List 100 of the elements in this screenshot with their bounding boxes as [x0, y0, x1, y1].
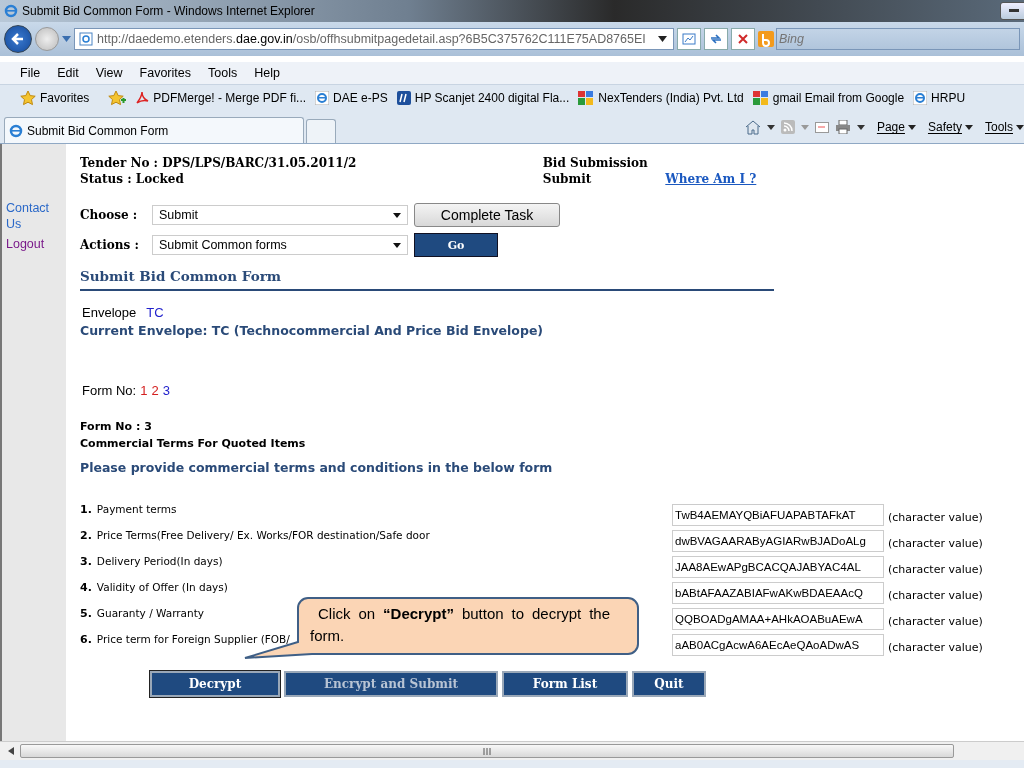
- favorites-button[interactable]: Favorites: [20, 90, 90, 106]
- scroll-left-icon[interactable]: [8, 747, 14, 755]
- term-label: Price term for Foreign Supplier (FOB/: [96, 633, 290, 646]
- value-field[interactable]: bABtAFAAZABIAFwAKwBDAEAAcQ: [672, 582, 884, 604]
- envelope-value: TC: [146, 305, 164, 320]
- hint-text: (character value): [888, 588, 983, 602]
- favorite-link[interactable]: DAE e-PS: [315, 91, 388, 105]
- term-label: Payment terms: [96, 503, 177, 516]
- form-heading: Form No : 3: [80, 420, 153, 433]
- form-button[interactable]: Quit: [632, 671, 706, 697]
- sidebar-link[interactable]: Contact Us: [6, 200, 54, 232]
- menu-item[interactable]: View: [95, 66, 123, 80]
- dropdown-caret-icon[interactable]: [658, 36, 667, 42]
- search-field[interactable]: Bing: [776, 28, 1020, 50]
- form-button[interactable]: Decrypt: [150, 671, 280, 697]
- grip-icon: [483, 747, 491, 755]
- home-icon[interactable]: [744, 119, 761, 135]
- favorite-link[interactable]: NexTenders (India) Pvt. Ltd: [578, 91, 744, 105]
- address-field[interactable]: http://daedemo.etenders.dae.gov.in/osb/offhsubmitpagedetail.asp?6B5C375762C111E75AD8765EI: [74, 28, 674, 50]
- caret-icon: [393, 242, 401, 248]
- row-number: 3.: [80, 555, 92, 568]
- field-label: Actions :: [80, 238, 140, 252]
- form-subtitle: Commercial Terms For Quoted Items: [80, 437, 307, 450]
- value-field[interactable]: TwB4AEMAYQBiAFUAPABTAFkAT: [672, 504, 884, 526]
- row-number: 5.: [80, 607, 92, 620]
- current-envelope: Current Envelope: TC (Technocommercial And Price Bid Envelope): [80, 323, 545, 338]
- term-label: Price Terms(Free Delivery/ Ex. Works/FOR destination/Safe door: [96, 529, 430, 542]
- favorite-link[interactable]: HP Scanjet 2400 digital Fla...: [396, 91, 570, 105]
- minimize-button[interactable]: [1000, 2, 1024, 20]
- menu-item[interactable]: Tools: [208, 66, 238, 80]
- action-button[interactable]: Complete Task: [414, 203, 560, 227]
- search-engine-icon: [758, 31, 774, 47]
- four-squares-icon: [752, 91, 769, 105]
- mail-icon[interactable]: [814, 121, 829, 133]
- refresh-icon[interactable]: [704, 28, 728, 50]
- dropdown-field[interactable]: Submit: [152, 205, 408, 225]
- sidebar-link[interactable]: Logout: [6, 236, 54, 252]
- browser-page-icon: [315, 91, 330, 105]
- close-icon[interactable]: [731, 28, 755, 50]
- where-am-i-link[interactable]: Where Am I ?: [665, 172, 757, 186]
- menu-item[interactable]: File: [20, 66, 41, 80]
- row-number: 2.: [80, 529, 92, 542]
- caret-icon: [393, 212, 401, 218]
- status-text: Status : Locked: [80, 172, 185, 186]
- tender-number: Tender No : DPS/LPS/BARC/31.05.2011/2: [80, 156, 358, 170]
- feed-icon[interactable]: [780, 120, 795, 134]
- browser-page-icon: [913, 91, 928, 105]
- form-button[interactable]: Form List: [502, 671, 628, 697]
- back-button[interactable]: [4, 25, 32, 53]
- back-arrow-icon: [11, 32, 25, 46]
- menu-item[interactable]: Favorites: [139, 66, 191, 80]
- command-menu[interactable]: Safety: [927, 120, 973, 134]
- action-button[interactable]: Go: [414, 233, 498, 257]
- minimize-icon: [1009, 9, 1019, 13]
- value-field[interactable]: aAB0ACgAcwA6AEcAeQAoADwAS: [672, 634, 884, 656]
- add-favorite-icon[interactable]: [108, 90, 127, 106]
- form-number-link[interactable]: 1: [140, 383, 148, 398]
- four-squares-icon: [578, 91, 595, 105]
- page-icon: [79, 32, 93, 46]
- dropdown-caret-icon[interactable]: [766, 124, 775, 130]
- hint-text: (character value): [888, 640, 983, 654]
- row-number: 1.: [80, 503, 92, 516]
- ie-logo-icon: [4, 4, 18, 18]
- pdf-icon: [135, 91, 150, 105]
- form-number-link[interactable]: 2: [151, 383, 159, 398]
- form-number-link[interactable]: 3: [162, 383, 170, 398]
- instruction-text: Please provide commercial terms and conditions in the below form: [80, 460, 554, 475]
- hint-text: (character value): [888, 510, 983, 524]
- new-tab-button[interactable]: [306, 119, 336, 143]
- favorite-link[interactable]: gmail Email from Google: [752, 91, 905, 105]
- star-icon: [20, 90, 36, 106]
- scrollbar-thumb[interactable]: [20, 744, 954, 758]
- menu-item[interactable]: Edit: [57, 66, 79, 80]
- value-field[interactable]: JAA8AEwAPgBCACQAJABYAC4AL: [672, 556, 884, 578]
- dropdown-field[interactable]: Submit Common forms: [152, 235, 408, 255]
- printer-icon[interactable]: [834, 120, 851, 134]
- caret-icon: [907, 124, 916, 130]
- callout-text: Click on “Decrypt” button to decrypt the form.: [310, 604, 610, 646]
- command-menu[interactable]: Page: [876, 120, 916, 134]
- row-number: 4.: [80, 581, 92, 594]
- row-number: 6.: [80, 633, 92, 646]
- window-title: Submit Bid Common Form - Windows Internet Explorer: [22, 4, 315, 18]
- browser-tab[interactable]: Submit Bid Common Form: [4, 117, 304, 143]
- dropdown-caret-icon[interactable]: [856, 124, 865, 130]
- term-label: Guaranty / Warranty: [96, 607, 205, 620]
- field-label: Choose :: [80, 208, 139, 222]
- value-field[interactable]: dwBVAGAARAByAGIARwBJADoALg: [672, 530, 884, 552]
- hint-text: (character value): [888, 562, 983, 576]
- value-field[interactable]: QQBOADgAMAA+AHkAOABuAEwA: [672, 608, 884, 630]
- caret-icon: [965, 124, 973, 130]
- stage-text: Bid Submission: [542, 156, 649, 170]
- hint-text: (character value): [888, 536, 983, 550]
- ie-logo-icon: [9, 123, 23, 138]
- favorite-link[interactable]: PDFMerge! - Merge PDF fi...: [135, 91, 307, 105]
- term-label: Delivery Period(In days): [96, 555, 223, 568]
- compatibility-icon[interactable]: [677, 28, 701, 50]
- menu-item[interactable]: Help: [254, 66, 280, 80]
- command-menu[interactable]: Tools: [985, 120, 1024, 134]
- section-title: Submit Bid Common Form: [80, 268, 774, 291]
- favorite-link[interactable]: HRPU: [913, 91, 966, 105]
